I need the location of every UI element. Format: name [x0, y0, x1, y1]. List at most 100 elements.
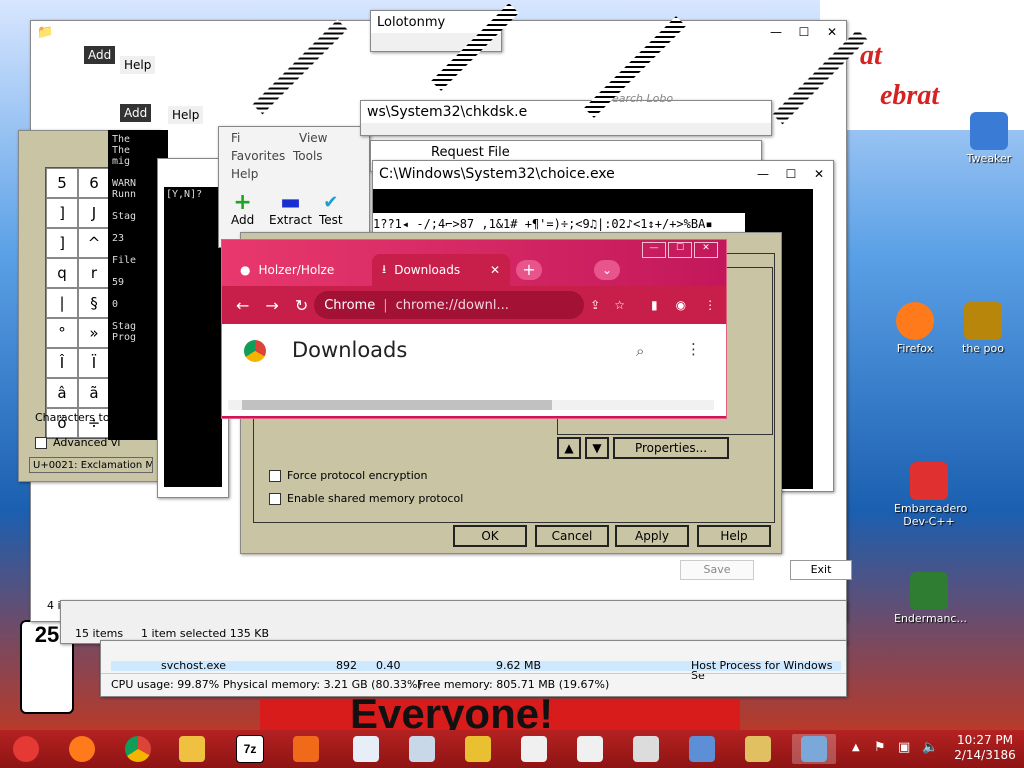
taskbar-firefox-icon[interactable]	[60, 734, 104, 764]
char-cell[interactable]: 5	[46, 168, 78, 198]
move-down-button[interactable]: ▼	[585, 437, 609, 459]
char-cell[interactable]: â	[46, 378, 78, 408]
profile-avatar-icon[interactable]: ◉	[676, 298, 686, 312]
small-help-button-2[interactable]: Help	[168, 106, 204, 124]
desktop-icon-firefox[interactable]: Firefox	[880, 302, 950, 355]
cancel-button[interactable]: Cancel	[535, 525, 609, 547]
char-cell[interactable]: |	[46, 288, 78, 318]
plus-icon: +	[233, 190, 252, 215]
char-cell[interactable]: ]	[46, 198, 78, 228]
chrome-menu-icon[interactable]: ⋮	[704, 298, 716, 312]
new-tab-button[interactable]: +	[516, 260, 542, 280]
shared-memory-checkbox[interactable]: Enable shared memory protocol	[269, 492, 463, 505]
side-panel-icon[interactable]: ▮	[651, 298, 658, 312]
chkdsk-titlebar: ws\System32\chkdsk.e	[361, 101, 771, 123]
char-cell[interactable]: ]	[46, 228, 78, 258]
close-icon[interactable]: ✕	[805, 167, 833, 181]
tray-chevron-icon[interactable]: ▲	[852, 742, 860, 753]
taskbar-control-panel-icon[interactable]	[792, 734, 836, 764]
char-cell[interactable]: ^	[78, 228, 110, 258]
desktop-icon-tweaker[interactable]: Tweaker	[954, 112, 1024, 165]
maximize-icon[interactable]: ☐	[790, 25, 818, 39]
taskbar-chrome-icon[interactable]	[116, 734, 160, 764]
desktop-icon-the-poo[interactable]: the poo	[948, 302, 1018, 355]
char-cell[interactable]: r	[78, 258, 110, 288]
char-cell[interactable]: J	[78, 198, 110, 228]
tab-github[interactable]: ● Holzer/Holze	[230, 254, 370, 286]
archive-window[interactable]: Fi View Favorites Tools Help + Add ▬ Extra…	[218, 126, 370, 248]
chrome-window[interactable]: — ☐ ✕ ● Holzer/Holze ⭳ Downloads ✕ + ⌄ ← → …	[221, 239, 727, 419]
process-row[interactable]: svchost.exe 892 0.40 9.62 MB Host Proces…	[111, 659, 841, 681]
extract-button[interactable]: ▬ Extract	[269, 192, 312, 228]
desktop-icon-devcpp[interactable]: Embarcadero Dev-C++	[894, 462, 967, 528]
char-cell[interactable]: 6	[78, 168, 110, 198]
move-up-button[interactable]: ▲	[557, 437, 581, 459]
tab-downloads[interactable]: ⭳ Downloads ✕	[372, 254, 510, 286]
menu-tools[interactable]: Tools	[293, 149, 323, 163]
tray-volume-icon[interactable]: 🔈	[922, 740, 938, 755]
menu-file[interactable]: Fi	[231, 131, 240, 145]
menu-help[interactable]: Help	[231, 167, 258, 181]
scrollbar-thumb[interactable]	[242, 400, 552, 410]
char-cell[interactable]: °	[46, 318, 78, 348]
char-cell[interactable]: »	[78, 318, 110, 348]
search-icon[interactable]: ⌕	[636, 342, 644, 360]
maximize-icon[interactable]: ☐	[668, 242, 692, 258]
tab-close-icon[interactable]: ✕	[490, 263, 500, 277]
minimize-icon[interactable]: —	[762, 25, 790, 39]
reload-icon[interactable]: ↻	[295, 296, 308, 315]
small-add-button-1[interactable]: Add	[84, 46, 116, 64]
tray-network-icon[interactable]: ▣	[898, 740, 910, 755]
tray-flag-icon[interactable]: ⚑	[874, 740, 886, 755]
char-cell[interactable]: Î	[46, 348, 78, 378]
taskbar-explorer-icon[interactable]	[170, 734, 214, 764]
apply-button[interactable]: Apply	[615, 525, 689, 547]
add-button[interactable]: + Add	[231, 190, 254, 228]
char-cell[interactable]: q	[46, 258, 78, 288]
maximize-icon[interactable]: ☐	[777, 167, 805, 181]
minimize-icon[interactable]: —	[749, 167, 777, 181]
taskbar-window-icon-2[interactable]	[568, 734, 612, 764]
properties-button[interactable]: Properties...	[613, 437, 729, 459]
taskbar-keys-icon[interactable]	[456, 734, 500, 764]
close-icon[interactable]: ✕	[694, 242, 718, 258]
tab-search-icon[interactable]: ⌄	[594, 260, 620, 280]
more-options-icon[interactable]: ⋮	[686, 340, 701, 358]
force-encryption-checkbox[interactable]: Force protocol encryption	[269, 469, 428, 482]
taskbar-app-icon[interactable]	[284, 734, 328, 764]
taskbar-charmap-icon[interactable]	[344, 734, 388, 764]
minimize-icon[interactable]: —	[642, 242, 666, 258]
taskbar-printer-icon[interactable]	[736, 734, 780, 764]
chkdsk-window[interactable]: ws\System32\chkdsk.e	[360, 100, 772, 136]
back-icon[interactable]: ←	[236, 296, 249, 315]
char-cell[interactable]: §	[78, 288, 110, 318]
test-button[interactable]: ✔ Test	[319, 192, 343, 228]
close-icon[interactable]: ✕	[818, 25, 846, 39]
check-icon: ✔	[323, 192, 339, 213]
share-icon[interactable]: ⇪	[590, 298, 600, 312]
help-button[interactable]: Help	[697, 525, 771, 547]
start-button[interactable]	[4, 734, 48, 764]
task-manager-window[interactable]: svchost.exe 892 0.40 9.62 MB Host Proces…	[100, 640, 847, 697]
horizontal-scrollbar[interactable]	[228, 400, 714, 410]
menu-view[interactable]: View	[299, 131, 327, 145]
exit-button[interactable]: Exit	[790, 560, 852, 580]
tray-clock[interactable]: 10:27 PM 2/14/3186	[952, 733, 1018, 763]
taskbar-7zip-icon[interactable]: 7z	[228, 734, 272, 764]
taskbar-network-icon[interactable]	[680, 734, 724, 764]
char-cell[interactable]: Ï	[78, 348, 110, 378]
taskbar-calculator-icon[interactable]	[400, 734, 444, 764]
address-bar[interactable]: Chrome | chrome://downl...	[314, 291, 585, 319]
small-help-button-1[interactable]: Help	[120, 56, 156, 74]
small-add-button-2[interactable]: Add	[120, 104, 152, 122]
taskbar-window-icon-3[interactable]	[624, 734, 668, 764]
forward-icon[interactable]: →	[265, 296, 278, 315]
menu-favorites[interactable]: Favorites	[231, 149, 285, 163]
taskbar-window-icon-1[interactable]	[512, 734, 556, 764]
char-cell[interactable]: ã	[78, 378, 110, 408]
bookmark-star-icon[interactable]: ☆	[614, 298, 625, 312]
process-pid: 892	[336, 659, 357, 672]
save-button[interactable]: Save	[680, 560, 754, 580]
ok-button[interactable]: OK	[453, 525, 527, 547]
desktop-icon-endermanch[interactable]: Endermanc...	[894, 572, 967, 625]
